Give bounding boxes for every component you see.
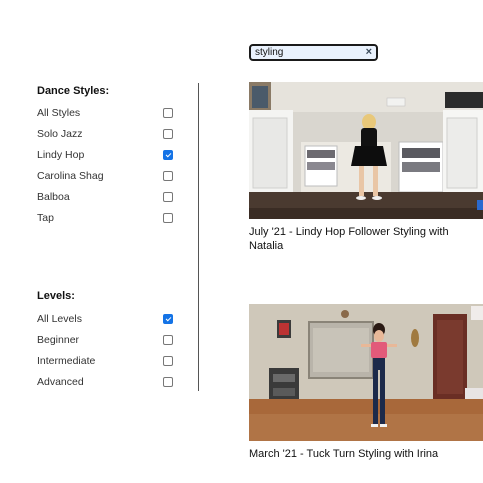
checkbox-checked[interactable] — [163, 314, 173, 324]
filter-option-carolina-shag[interactable]: Carolina Shag — [37, 168, 175, 184]
video-still-kitchen — [249, 82, 483, 219]
filter-option-label: All Levels — [37, 313, 82, 325]
checkbox[interactable] — [163, 335, 173, 345]
clear-search-icon[interactable]: × — [366, 46, 372, 59]
video-thumbnail-2[interactable] — [249, 304, 483, 441]
filter-option-label: Lindy Hop — [37, 149, 85, 161]
checkbox[interactable] — [163, 129, 173, 139]
filter-option-label: Balboa — [37, 191, 70, 203]
video-title-2[interactable]: March '21 - Tuck Turn Styling with Irina — [249, 447, 477, 461]
checkbox[interactable] — [163, 377, 173, 387]
sidebar-divider — [198, 83, 199, 391]
filter-option-lindy-hop[interactable]: Lindy Hop — [37, 147, 175, 163]
filter-option-advanced[interactable]: Advanced — [37, 374, 175, 390]
checkbox[interactable] — [163, 108, 173, 118]
filter-option-label: Advanced — [37, 376, 84, 388]
filter-option-balboa[interactable]: Balboa — [37, 189, 175, 205]
levels-heading: Levels: — [37, 290, 75, 302]
dance-styles-heading: Dance Styles: — [37, 85, 110, 97]
checkbox[interactable] — [163, 171, 173, 181]
checkbox[interactable] — [163, 356, 173, 366]
filter-option-solo-jazz[interactable]: Solo Jazz — [37, 126, 175, 142]
checkbox[interactable] — [163, 213, 173, 223]
filter-option-all-levels[interactable]: All Levels — [37, 311, 175, 327]
filter-option-tap[interactable]: Tap — [37, 210, 175, 226]
search-box: × — [249, 44, 378, 61]
filter-option-intermediate[interactable]: Intermediate — [37, 353, 175, 369]
filter-option-label: Solo Jazz — [37, 128, 83, 140]
search-input[interactable] — [251, 46, 360, 59]
filter-option-label: Intermediate — [37, 355, 96, 367]
filter-option-beginner[interactable]: Beginner — [37, 332, 175, 348]
filter-option-label: Carolina Shag — [37, 170, 104, 182]
checkbox[interactable] — [163, 192, 173, 202]
filter-option-all-styles[interactable]: All Styles — [37, 105, 175, 121]
video-still-living-room — [249, 304, 483, 441]
filter-option-label: Tap — [37, 212, 54, 224]
video-thumbnail-1[interactable] — [249, 82, 483, 219]
video-title-1[interactable]: July '21 - Lindy Hop Follower Styling wi… — [249, 225, 477, 253]
filter-option-label: Beginner — [37, 334, 80, 346]
filter-option-label: All Styles — [37, 107, 81, 119]
checkbox-checked[interactable] — [163, 150, 173, 160]
